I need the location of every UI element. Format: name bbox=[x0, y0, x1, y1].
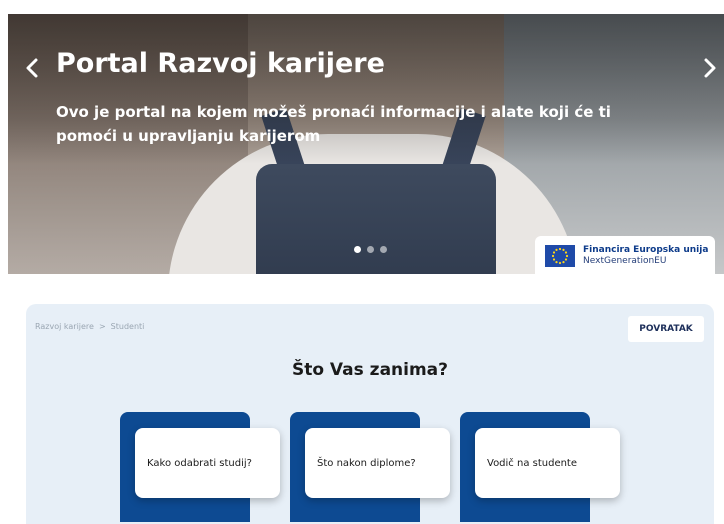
breadcrumb-separator: > bbox=[98, 322, 106, 331]
eu-funding-badge: Financira Europska unija NextGenerationE… bbox=[535, 236, 715, 274]
carousel-prev-button[interactable] bbox=[20, 56, 44, 86]
back-button[interactable]: POVRATAK bbox=[628, 316, 704, 342]
eu-badge-line1: Financira Europska unija bbox=[583, 245, 709, 255]
breadcrumb: Razvoj karijere > Studenti bbox=[35, 322, 144, 331]
carousel-dots bbox=[354, 246, 387, 253]
topic-card-student-guide[interactable]: Vodič na studente bbox=[460, 412, 620, 522]
topic-card-after-diploma[interactable]: Što nakon diplome? bbox=[290, 412, 450, 522]
breadcrumb-item-studenti: Studenti bbox=[110, 322, 145, 331]
carousel-dot-1[interactable] bbox=[354, 246, 361, 253]
panel-title: Što Vas zanima? bbox=[291, 360, 449, 380]
carousel-dot-3[interactable] bbox=[380, 246, 387, 253]
hero-description: Ovo je portal na kojem možeš pronaći inf… bbox=[56, 103, 611, 145]
topic-card-choose-study[interactable]: Kako odabrati studij? bbox=[120, 412, 280, 522]
carousel-dot-2[interactable] bbox=[367, 246, 374, 253]
chevron-right-icon bbox=[704, 58, 716, 78]
carousel-next-button[interactable] bbox=[698, 56, 722, 86]
hero-carousel: Portal Razvoj karijere Ovo je portal na … bbox=[8, 14, 724, 274]
card-label[interactable]: Što nakon diplome? bbox=[305, 428, 450, 498]
eu-flag-icon bbox=[545, 245, 575, 267]
eu-badge-text: Financira Europska unija NextGenerationE… bbox=[583, 245, 708, 267]
hero-title: Portal Razvoj karijere bbox=[56, 48, 385, 79]
card-label[interactable]: Kako odabrati studij? bbox=[135, 428, 280, 498]
card-label[interactable]: Vodič na studente bbox=[475, 428, 620, 498]
breadcrumb-item-razvoj-karijere[interactable]: Razvoj karijere bbox=[35, 322, 94, 331]
interests-panel: Razvoj karijere > Studenti POVRATAK Što Va… bbox=[26, 304, 714, 524]
hero-person-apron bbox=[256, 164, 496, 274]
eu-badge-line2: NextGenerationEU bbox=[583, 256, 667, 266]
chevron-left-icon bbox=[26, 58, 38, 78]
